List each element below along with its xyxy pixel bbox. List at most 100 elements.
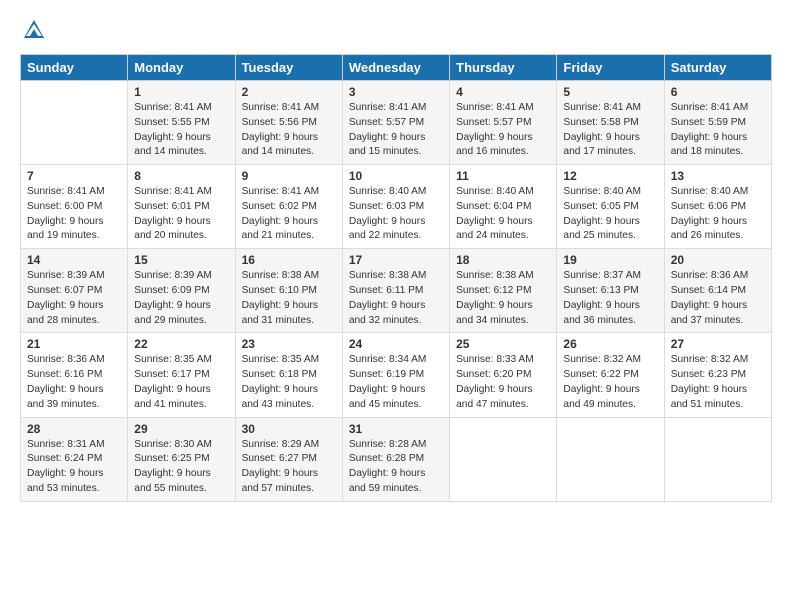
day-info: Sunrise: 8:41 AMSunset: 5:56 PMDaylight:… bbox=[242, 101, 336, 160]
calendar-cell bbox=[450, 417, 557, 501]
day-header-wednesday: Wednesday bbox=[342, 55, 449, 81]
calendar-cell: 12 Sunrise: 8:40 AMSunset: 6:05 PMDayligh… bbox=[557, 165, 664, 249]
day-number: 31 bbox=[349, 422, 443, 436]
day-number: 17 bbox=[349, 253, 443, 267]
calendar-cell: 24Sunrise: 8:34 AMSunset: 6:19 PMDayligh… bbox=[342, 333, 449, 417]
day-number: 12 bbox=[563, 169, 657, 183]
day-number: 25 bbox=[456, 337, 550, 351]
day-info: Sunrise: 8:41 AMSunset: 5:57 PMDaylight:… bbox=[456, 101, 550, 160]
logo bbox=[20, 16, 52, 44]
day-info: Sunrise: 8:30 AMSunset: 6:25 PMDaylight:… bbox=[134, 438, 228, 497]
calendar-cell bbox=[557, 417, 664, 501]
logo-icon bbox=[20, 16, 48, 44]
day-number: 26 bbox=[563, 337, 657, 351]
day-info: Sunrise: 8:41 AMSunset: 6:00 PMDaylight:… bbox=[27, 185, 121, 244]
day-number: 15 bbox=[134, 253, 228, 267]
day-info: Sunrise: 8:41 AMSunset: 6:01 PMDaylight:… bbox=[134, 185, 228, 244]
day-number: 6 bbox=[671, 85, 765, 99]
day-number: 14 bbox=[27, 253, 121, 267]
calendar-cell: 28 Sunrise: 8:31 AMSunset: 6:24 PMDayligh… bbox=[21, 417, 128, 501]
calendar-cell: 30 Sunrise: 8:29 AMSunset: 6:27 PMDayligh… bbox=[235, 417, 342, 501]
day-info: Sunrise: 8:40 AMSunset: 6:06 PMDaylight:… bbox=[671, 185, 765, 244]
day-number: 9 bbox=[242, 169, 336, 183]
day-number: 5 bbox=[563, 85, 657, 99]
calendar-container: SundayMondayTuesdayWednesdayThursdayFrid… bbox=[0, 0, 792, 512]
day-number: 16 bbox=[242, 253, 336, 267]
day-number: 30 bbox=[242, 422, 336, 436]
day-header-sunday: Sunday bbox=[21, 55, 128, 81]
day-number: 2 bbox=[242, 85, 336, 99]
calendar-cell: 29 Sunrise: 8:30 AMSunset: 6:25 PMDayligh… bbox=[128, 417, 235, 501]
day-info: Sunrise: 8:41 AMSunset: 5:58 PMDaylight:… bbox=[563, 101, 657, 160]
day-number: 24 bbox=[349, 337, 443, 351]
day-header-friday: Friday bbox=[557, 55, 664, 81]
day-number: 8 bbox=[134, 169, 228, 183]
day-info: Sunrise: 8:40 AMSunset: 6:03 PMDaylight:… bbox=[349, 185, 443, 244]
day-header-tuesday: Tuesday bbox=[235, 55, 342, 81]
day-number: 11 bbox=[456, 169, 550, 183]
header bbox=[20, 16, 772, 44]
calendar-cell: 31 Sunrise: 8:28 AMSunset: 6:28 PMDayligh… bbox=[342, 417, 449, 501]
day-info: Sunrise: 8:38 AMSunset: 6:12 PMDaylight:… bbox=[456, 269, 550, 328]
day-number: 18 bbox=[456, 253, 550, 267]
calendar-cell: 10 Sunrise: 8:40 AMSunset: 6:03 PMDayligh… bbox=[342, 165, 449, 249]
calendar-cell: 13 Sunrise: 8:40 AMSunset: 6:06 PMDayligh… bbox=[664, 165, 771, 249]
day-number: 22 bbox=[134, 337, 228, 351]
calendar-cell: 2 Sunrise: 8:41 AMSunset: 5:56 PMDaylight… bbox=[235, 81, 342, 165]
day-number: 20 bbox=[671, 253, 765, 267]
day-info: Sunrise: 8:38 AMSunset: 6:10 PMDaylight:… bbox=[242, 269, 336, 328]
day-info: Sunrise: 8:29 AMSunset: 6:27 PMDaylight:… bbox=[242, 438, 336, 497]
day-number: 29 bbox=[134, 422, 228, 436]
calendar-week-row: 7 Sunrise: 8:41 AMSunset: 6:00 PMDaylight… bbox=[21, 165, 772, 249]
calendar-cell: 11 Sunrise: 8:40 AMSunset: 6:04 PMDayligh… bbox=[450, 165, 557, 249]
calendar-cell: 15 Sunrise: 8:39 AMSunset: 6:09 PMDayligh… bbox=[128, 249, 235, 333]
day-number: 13 bbox=[671, 169, 765, 183]
calendar-cell: 7 Sunrise: 8:41 AMSunset: 6:00 PMDaylight… bbox=[21, 165, 128, 249]
day-info: Sunrise: 8:31 AMSunset: 6:24 PMDaylight:… bbox=[27, 438, 121, 497]
day-info: Sunrise: 8:35 AMSunset: 6:18 PMDaylight:… bbox=[242, 353, 336, 412]
day-number: 27 bbox=[671, 337, 765, 351]
calendar-cell: 17 Sunrise: 8:38 AMSunset: 6:11 PMDayligh… bbox=[342, 249, 449, 333]
day-info: Sunrise: 8:33 AMSunset: 6:20 PMDaylight:… bbox=[456, 353, 550, 412]
day-info: Sunrise: 8:36 AMSunset: 6:16 PMDaylight:… bbox=[27, 353, 121, 412]
day-info: Sunrise: 8:32 AMSunset: 6:23 PMDaylight:… bbox=[671, 353, 765, 412]
calendar-cell: 9 Sunrise: 8:41 AMSunset: 6:02 PMDaylight… bbox=[235, 165, 342, 249]
calendar-week-row: 28 Sunrise: 8:31 AMSunset: 6:24 PMDayligh… bbox=[21, 417, 772, 501]
day-number: 21 bbox=[27, 337, 121, 351]
day-info: Sunrise: 8:41 AMSunset: 5:59 PMDaylight:… bbox=[671, 101, 765, 160]
day-number: 3 bbox=[349, 85, 443, 99]
day-header-monday: Monday bbox=[128, 55, 235, 81]
day-info: Sunrise: 8:38 AMSunset: 6:11 PMDaylight:… bbox=[349, 269, 443, 328]
calendar-cell: 19Sunrise: 8:37 AMSunset: 6:13 PMDayligh… bbox=[557, 249, 664, 333]
day-info: Sunrise: 8:41 AMSunset: 5:57 PMDaylight:… bbox=[349, 101, 443, 160]
day-info: Sunrise: 8:35 AMSunset: 6:17 PMDaylight:… bbox=[134, 353, 228, 412]
day-info: Sunrise: 8:40 AMSunset: 6:05 PMDaylight:… bbox=[563, 185, 657, 244]
calendar-week-row: 14Sunrise: 8:39 AMSunset: 6:07 PMDayligh… bbox=[21, 249, 772, 333]
calendar-cell bbox=[664, 417, 771, 501]
day-info: Sunrise: 8:40 AMSunset: 6:04 PMDaylight:… bbox=[456, 185, 550, 244]
calendar-week-row: 1 Sunrise: 8:41 AMSunset: 5:55 PMDaylight… bbox=[21, 81, 772, 165]
calendar-cell: 8 Sunrise: 8:41 AMSunset: 6:01 PMDaylight… bbox=[128, 165, 235, 249]
day-header-saturday: Saturday bbox=[664, 55, 771, 81]
calendar-cell: 26 Sunrise: 8:32 AMSunset: 6:22 PMDayligh… bbox=[557, 333, 664, 417]
day-info: Sunrise: 8:28 AMSunset: 6:28 PMDaylight:… bbox=[349, 438, 443, 497]
day-info: Sunrise: 8:32 AMSunset: 6:22 PMDaylight:… bbox=[563, 353, 657, 412]
calendar-header-row: SundayMondayTuesdayWednesdayThursdayFrid… bbox=[21, 55, 772, 81]
day-number: 19 bbox=[563, 253, 657, 267]
calendar-cell: 6 Sunrise: 8:41 AMSunset: 5:59 PMDaylight… bbox=[664, 81, 771, 165]
calendar-cell bbox=[21, 81, 128, 165]
calendar-cell: 18 Sunrise: 8:38 AMSunset: 6:12 PMDayligh… bbox=[450, 249, 557, 333]
calendar-cell: 16 Sunrise: 8:38 AMSunset: 6:10 PMDayligh… bbox=[235, 249, 342, 333]
calendar-week-row: 21 Sunrise: 8:36 AMSunset: 6:16 PMDayligh… bbox=[21, 333, 772, 417]
day-number: 7 bbox=[27, 169, 121, 183]
calendar-cell: 27 Sunrise: 8:32 AMSunset: 6:23 PMDayligh… bbox=[664, 333, 771, 417]
day-number: 28 bbox=[27, 422, 121, 436]
day-info: Sunrise: 8:41 AMSunset: 6:02 PMDaylight:… bbox=[242, 185, 336, 244]
day-info: Sunrise: 8:39 AMSunset: 6:09 PMDaylight:… bbox=[134, 269, 228, 328]
calendar-table: SundayMondayTuesdayWednesdayThursdayFrid… bbox=[20, 54, 772, 502]
calendar-cell: 1 Sunrise: 8:41 AMSunset: 5:55 PMDaylight… bbox=[128, 81, 235, 165]
day-info: Sunrise: 8:41 AMSunset: 5:55 PMDaylight:… bbox=[134, 101, 228, 160]
day-number: 10 bbox=[349, 169, 443, 183]
day-number: 1 bbox=[134, 85, 228, 99]
calendar-cell: 4Sunrise: 8:41 AMSunset: 5:57 PMDaylight… bbox=[450, 81, 557, 165]
